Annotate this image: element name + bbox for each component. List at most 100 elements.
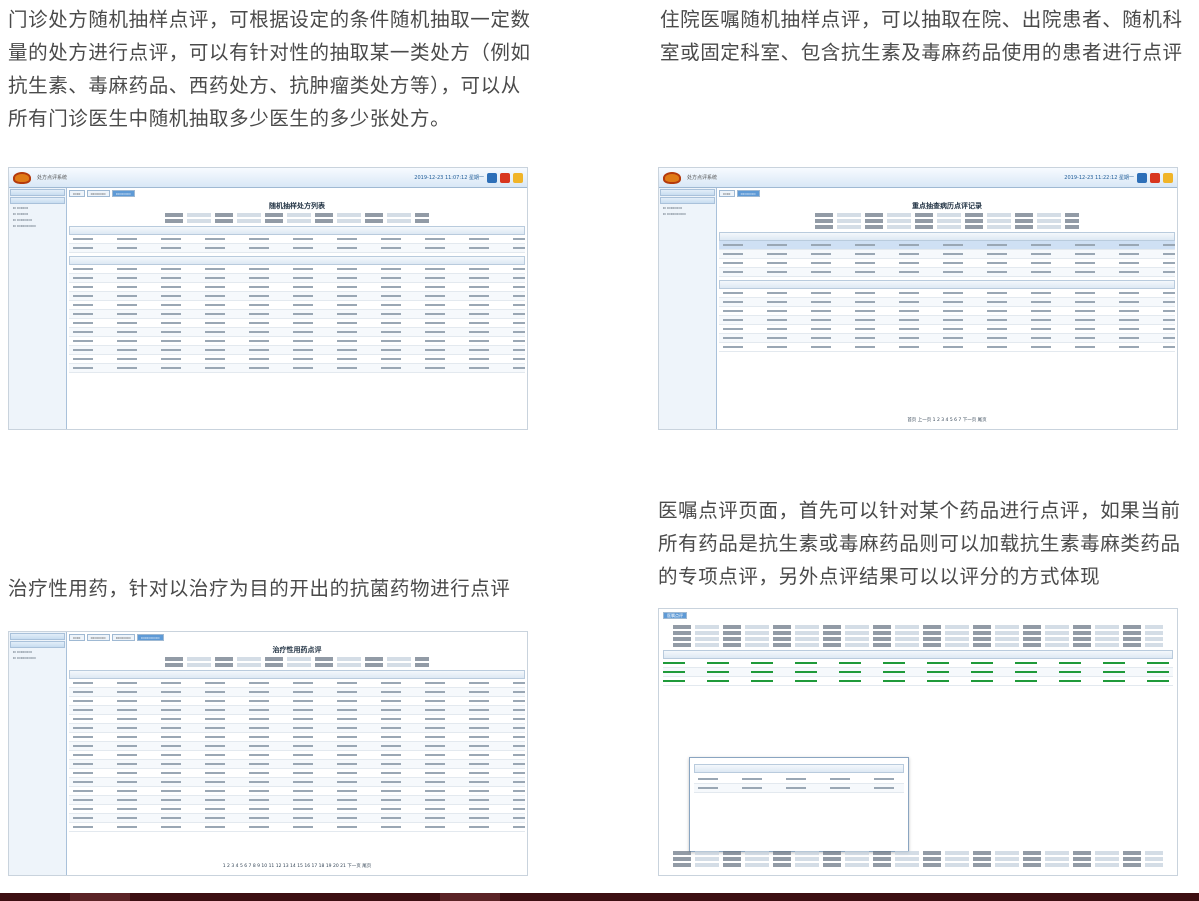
table-row[interactable] bbox=[719, 316, 1175, 325]
filter-row[interactable] bbox=[814, 225, 1080, 229]
table-header bbox=[69, 256, 525, 265]
comment-row[interactable] bbox=[673, 857, 1163, 861]
table-row[interactable] bbox=[69, 814, 525, 823]
sidebar-section[interactable] bbox=[660, 189, 715, 196]
table-row[interactable] bbox=[69, 274, 525, 283]
sidebar-section[interactable] bbox=[10, 641, 65, 648]
sidebar-item[interactable]: ▫ ▭▭▭▭▭ bbox=[9, 223, 66, 229]
table-row[interactable] bbox=[69, 706, 525, 715]
table-header bbox=[663, 650, 1173, 659]
table-row[interactable] bbox=[69, 346, 525, 355]
filter-row[interactable] bbox=[814, 219, 1080, 223]
table-row[interactable] bbox=[719, 334, 1175, 343]
table-row[interactable] bbox=[663, 677, 1173, 686]
toolbar-row[interactable] bbox=[673, 643, 1163, 647]
exit-icon[interactable] bbox=[1150, 172, 1160, 183]
pagination[interactable]: 1 2 3 4 5 6 7 8 9 10 11 12 13 14 15 16 1… bbox=[69, 863, 525, 869]
table-row[interactable] bbox=[719, 250, 1175, 259]
review-dialog[interactable] bbox=[689, 757, 909, 852]
table-row[interactable] bbox=[663, 659, 1173, 668]
folder-icon[interactable] bbox=[513, 172, 523, 183]
home-icon[interactable] bbox=[1137, 172, 1147, 183]
tab[interactable]: ▭▭▭▭ bbox=[111, 634, 135, 641]
tab[interactable]: ▭▭▭▭ bbox=[86, 190, 110, 197]
table-row[interactable] bbox=[69, 283, 525, 292]
filter-row[interactable] bbox=[164, 663, 430, 667]
table-row[interactable] bbox=[69, 760, 525, 769]
table-row[interactable] bbox=[69, 778, 525, 787]
table-header bbox=[69, 670, 525, 679]
table-row[interactable] bbox=[69, 328, 525, 337]
dialog-row[interactable] bbox=[694, 784, 904, 793]
table-row[interactable] bbox=[69, 787, 525, 796]
table-row[interactable] bbox=[69, 751, 525, 760]
sidebar-section[interactable] bbox=[10, 197, 65, 204]
tab[interactable]: ▭▭▭▭ bbox=[86, 634, 110, 641]
app-name: 处方点评系统 bbox=[37, 175, 68, 181]
table-row[interactable] bbox=[69, 265, 525, 274]
table-row[interactable] bbox=[69, 697, 525, 706]
therapeutic-drugs-screenshot: ▫ ▭▭▭▭ ▫ ▭▭▭▭▭ ▭▭ ▭▭▭▭ ▭▭▭▭ ▭▭▭▭▭ 治疗性用药点… bbox=[8, 631, 528, 876]
table-row[interactable] bbox=[69, 355, 525, 364]
tab-home[interactable]: ▭▭ bbox=[69, 190, 85, 197]
table-row[interactable] bbox=[69, 301, 525, 310]
tab-active[interactable]: ▭▭▭▭ bbox=[111, 190, 135, 197]
comment-row[interactable] bbox=[673, 851, 1163, 855]
table-row[interactable] bbox=[69, 823, 525, 832]
filter-row[interactable] bbox=[164, 657, 430, 661]
clock: 2019-12-23 11:07:12 星期一 bbox=[414, 175, 484, 181]
inpatient-description: 住院医嘱随机抽样点评，可以抽取在院、出院患者、随机科室或固定科室、包含抗生素及毒… bbox=[660, 8, 1183, 64]
sidebar-section[interactable] bbox=[10, 633, 65, 640]
table-row[interactable] bbox=[69, 742, 525, 751]
logo-icon bbox=[663, 171, 681, 184]
folder-icon[interactable] bbox=[1163, 172, 1173, 183]
table-row[interactable] bbox=[719, 241, 1175, 250]
table-row[interactable] bbox=[69, 319, 525, 328]
table-row[interactable] bbox=[69, 679, 525, 688]
filter-row[interactable] bbox=[814, 213, 1080, 217]
tab-active[interactable]: ▭▭▭▭ bbox=[736, 190, 760, 197]
table-row[interactable] bbox=[719, 343, 1175, 352]
exit-icon[interactable] bbox=[500, 172, 510, 183]
table-row[interactable] bbox=[69, 688, 525, 697]
table-row[interactable] bbox=[69, 244, 525, 253]
table-row[interactable] bbox=[69, 724, 525, 733]
order-review-screenshot: 医嘱点评 bbox=[658, 608, 1178, 876]
table-row[interactable] bbox=[663, 668, 1173, 677]
table-row[interactable] bbox=[719, 259, 1175, 268]
main-panel: ▭▭ ▭▭▭▭ 重点抽查病历点评记录 首页 上一页 1 2 3 4 5 6 7 … bbox=[719, 190, 1175, 427]
therapeutic-description: 治疗性用药，针对以治疗为目的开出的抗菌药物进行点评 bbox=[8, 577, 511, 600]
sidebar-item[interactable]: ▫ ▭▭▭▭▭ bbox=[659, 211, 716, 217]
sidebar-section[interactable] bbox=[10, 189, 65, 196]
tab-home[interactable]: ▭▭ bbox=[719, 190, 735, 197]
table-row[interactable] bbox=[69, 364, 525, 373]
dialog-row[interactable] bbox=[694, 775, 904, 784]
table-row[interactable] bbox=[69, 715, 525, 724]
table-row[interactable] bbox=[69, 235, 525, 244]
table-row[interactable] bbox=[69, 805, 525, 814]
table-header bbox=[719, 280, 1175, 289]
table-row[interactable] bbox=[719, 289, 1175, 298]
tab-home[interactable]: ▭▭ bbox=[69, 634, 85, 641]
filter-row[interactable] bbox=[164, 219, 430, 223]
table-row[interactable] bbox=[69, 733, 525, 742]
tab-active[interactable]: ▭▭▭▭▭ bbox=[136, 634, 164, 641]
table-row[interactable] bbox=[69, 769, 525, 778]
table-row[interactable] bbox=[69, 292, 525, 301]
table-row[interactable] bbox=[719, 268, 1175, 277]
table-row[interactable] bbox=[719, 325, 1175, 334]
sidebar-section[interactable] bbox=[660, 197, 715, 204]
table-row[interactable] bbox=[69, 796, 525, 805]
table-row[interactable] bbox=[719, 298, 1175, 307]
table-row[interactable] bbox=[69, 337, 525, 346]
sidebar-item[interactable]: ▫ ▭▭▭▭▭ bbox=[9, 655, 66, 661]
filter-row[interactable] bbox=[164, 213, 430, 217]
tab-active[interactable]: 医嘱点评 bbox=[663, 612, 687, 619]
table-row[interactable] bbox=[719, 307, 1175, 316]
table-row[interactable] bbox=[69, 310, 525, 319]
logo-icon bbox=[13, 171, 31, 184]
comment-row[interactable] bbox=[673, 863, 1163, 867]
pagination[interactable]: 首页 上一页 1 2 3 4 5 6 7 下一页 尾页 bbox=[719, 417, 1175, 423]
home-icon[interactable] bbox=[487, 172, 497, 183]
inpatient-records-screenshot: 处方点评系统 2019-12-23 11:22:12 星期一 ▫ ▭▭▭▭ ▫ … bbox=[658, 167, 1178, 430]
